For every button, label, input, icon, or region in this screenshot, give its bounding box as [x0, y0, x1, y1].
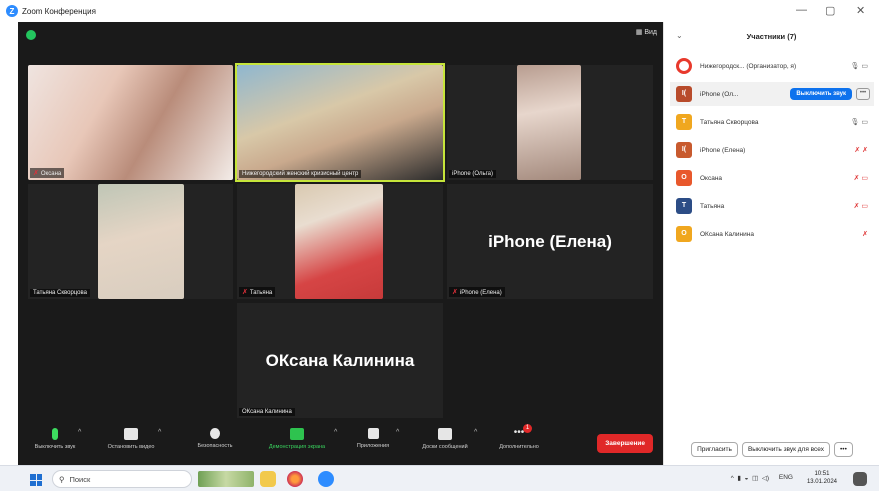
participant-row[interactable]: T Татьяна Скворцова 🎙 ▭	[670, 110, 874, 134]
tile-name-label: ✗ Татьяна	[239, 287, 276, 297]
file-explorer-icon[interactable]	[260, 471, 276, 487]
video-gallery: ▦ Вид ✗ Оксана Нижегородский женский криз…	[18, 22, 663, 465]
notification-badge: 1	[523, 424, 532, 433]
zoom-app-icon[interactable]	[318, 471, 334, 487]
mic-camera-icons: 🎙 ▭	[850, 63, 868, 70]
close-icon[interactable]: ✕	[856, 4, 865, 17]
avatar: I(	[676, 86, 692, 102]
shield-icon	[210, 428, 220, 439]
participants-header: ⌄ Участники (7)	[664, 22, 879, 50]
more-button[interactable]: ••• 1 Дополнительно	[484, 424, 554, 450]
windows-start-icon[interactable]	[30, 474, 42, 486]
chevron-down-icon[interactable]: ⌄	[676, 31, 683, 40]
share-screen-icon	[290, 428, 304, 440]
video-tile[interactable]: iPhone (Ольга)	[447, 65, 653, 180]
firefox-icon[interactable]	[287, 471, 303, 487]
search-icon: ⚲	[59, 474, 65, 484]
view-button[interactable]: ▦ Вид	[636, 28, 657, 36]
widgets-icon[interactable]	[198, 471, 254, 487]
host-avatar	[676, 58, 692, 74]
muted-icons: ✗ ✗	[854, 147, 868, 154]
muted-mic-icon: ✗	[452, 289, 458, 296]
tile-name-label: Татьяна Скворцова	[30, 289, 90, 297]
participant-video	[295, 184, 383, 299]
chevron-up-icon[interactable]: ^	[334, 429, 337, 436]
stop-video-button[interactable]: Остановить видео ^	[96, 428, 166, 450]
tile-name-label: Нижегородский женский кризисный центр	[239, 170, 362, 178]
video-tile[interactable]: Татьяна Скворцова	[28, 184, 233, 299]
invite-button[interactable]: Пригласить	[691, 442, 738, 457]
clock[interactable]: 10:51 13.01.2024	[807, 470, 837, 486]
tile-name-label: ✗ Оксана	[30, 168, 65, 178]
muted-mic-icon: ✗	[33, 170, 39, 177]
participant-row[interactable]: I( iPhone (Ол... Выключить звук •••	[670, 82, 874, 106]
avatar: O	[676, 170, 692, 186]
participant-video	[98, 184, 184, 299]
language-indicator[interactable]: ENG	[779, 474, 793, 481]
apps-icon	[367, 428, 379, 439]
end-meeting-button[interactable]: Завершение	[597, 434, 653, 453]
meeting-toolbar: Выключить звук ^ Остановить видео ^ Безо…	[18, 422, 663, 465]
participant-row[interactable]: O ОКсана Калинина ✗	[670, 222, 874, 246]
video-tile[interactable]: ✗ Оксана	[28, 65, 233, 180]
tile-name-label: ОКсана Калинина	[239, 408, 295, 416]
mute-button[interactable]: Выключить звук ^	[20, 428, 90, 450]
tile-name-label: iPhone (Ольга)	[449, 170, 496, 178]
mic-camera-icons: 🎙 ▭	[850, 119, 868, 126]
participant-name-placeholder: iPhone (Елена)	[488, 231, 612, 251]
video-tile[interactable]: ✗ Татьяна	[237, 184, 443, 299]
video-tile-active-speaker[interactable]: Нижегородский женский кризисный центр	[235, 63, 445, 182]
camera-icon	[124, 428, 138, 440]
avatar: I(	[676, 142, 692, 158]
participant-video	[28, 65, 233, 180]
maximize-icon[interactable]: ▢	[825, 4, 835, 17]
tile-name-label: ✗ iPhone (Елена)	[449, 287, 505, 297]
windows-taskbar: ⚲ Поиск ^ ▮ ◒ ◫ ◁) ENG 10:51 13.01.2024	[0, 465, 879, 491]
chevron-up-icon[interactable]: ^	[474, 429, 477, 436]
participant-row[interactable]: I( iPhone (Елена) ✗ ✗	[670, 138, 874, 162]
encryption-shield-icon[interactable]	[26, 30, 36, 40]
more-options-button[interactable]: •••	[856, 88, 870, 100]
participant-video	[237, 65, 443, 180]
chevron-up-icon[interactable]: ^	[396, 429, 399, 436]
participants-footer: Пригласить Выключить звук для всех •••	[664, 442, 879, 457]
muted-icons: ✗ ▭	[853, 203, 868, 210]
share-screen-button[interactable]: Демонстрация экрана ^	[262, 428, 337, 450]
participant-row[interactable]: T Татьяна ✗ ▭	[670, 194, 874, 218]
video-tile[interactable]: ОКсана Калинина ОКсана Калинина	[237, 303, 443, 418]
chevron-up-icon[interactable]: ^	[78, 429, 81, 436]
window-title: Zoom Конференция	[22, 6, 96, 16]
mute-all-button[interactable]: Выключить звук для всех	[741, 442, 831, 457]
avatar: T	[676, 198, 692, 214]
muted-mic-icon: ✗	[242, 289, 248, 296]
participants-panel: ⌄ Участники (7) Нижегородск... (Организа…	[663, 22, 879, 465]
minimize-icon[interactable]: —	[796, 4, 807, 16]
video-tile[interactable]: iPhone (Елена) ✗ iPhone (Елена)	[447, 184, 653, 299]
mute-participant-button[interactable]: Выключить звук	[790, 88, 852, 100]
notifications-icon[interactable]	[853, 472, 867, 486]
participants-title: Участники (7)	[746, 31, 797, 41]
chevron-up-icon[interactable]: ^	[158, 429, 161, 436]
zoom-window: Z Zoom Конференция — ▢ ✕ ▦ Вид ✗ Оксана Н…	[0, 0, 879, 465]
mic-icon	[52, 428, 58, 440]
whiteboards-button[interactable]: Доски сообщений ^	[410, 428, 480, 450]
zoom-logo-icon: Z	[6, 5, 18, 17]
participant-row[interactable]: O Оксана ✗ ▭	[670, 166, 874, 190]
avatar: O	[676, 226, 692, 242]
participant-name-placeholder: ОКсана Калинина	[265, 350, 415, 370]
muted-icons: ✗ ▭	[853, 175, 868, 182]
security-button[interactable]: Безопасность	[180, 428, 250, 449]
system-tray-icons[interactable]: ^ ▮ ◒ ◫ ◁)	[731, 474, 769, 482]
title-bar: Z Zoom Конференция — ▢ ✕	[0, 0, 879, 22]
participant-video	[517, 65, 581, 180]
apps-button[interactable]: Приложения ^	[338, 428, 408, 449]
whiteboard-icon	[438, 428, 452, 440]
avatar: T	[676, 114, 692, 130]
more-options-button[interactable]: •••	[834, 442, 853, 457]
taskbar-search[interactable]: ⚲ Поиск	[52, 470, 192, 488]
participant-row[interactable]: Нижегородск... (Организатор, я) 🎙 ▭	[670, 54, 874, 78]
camera-off-icon: ✗	[862, 231, 868, 238]
